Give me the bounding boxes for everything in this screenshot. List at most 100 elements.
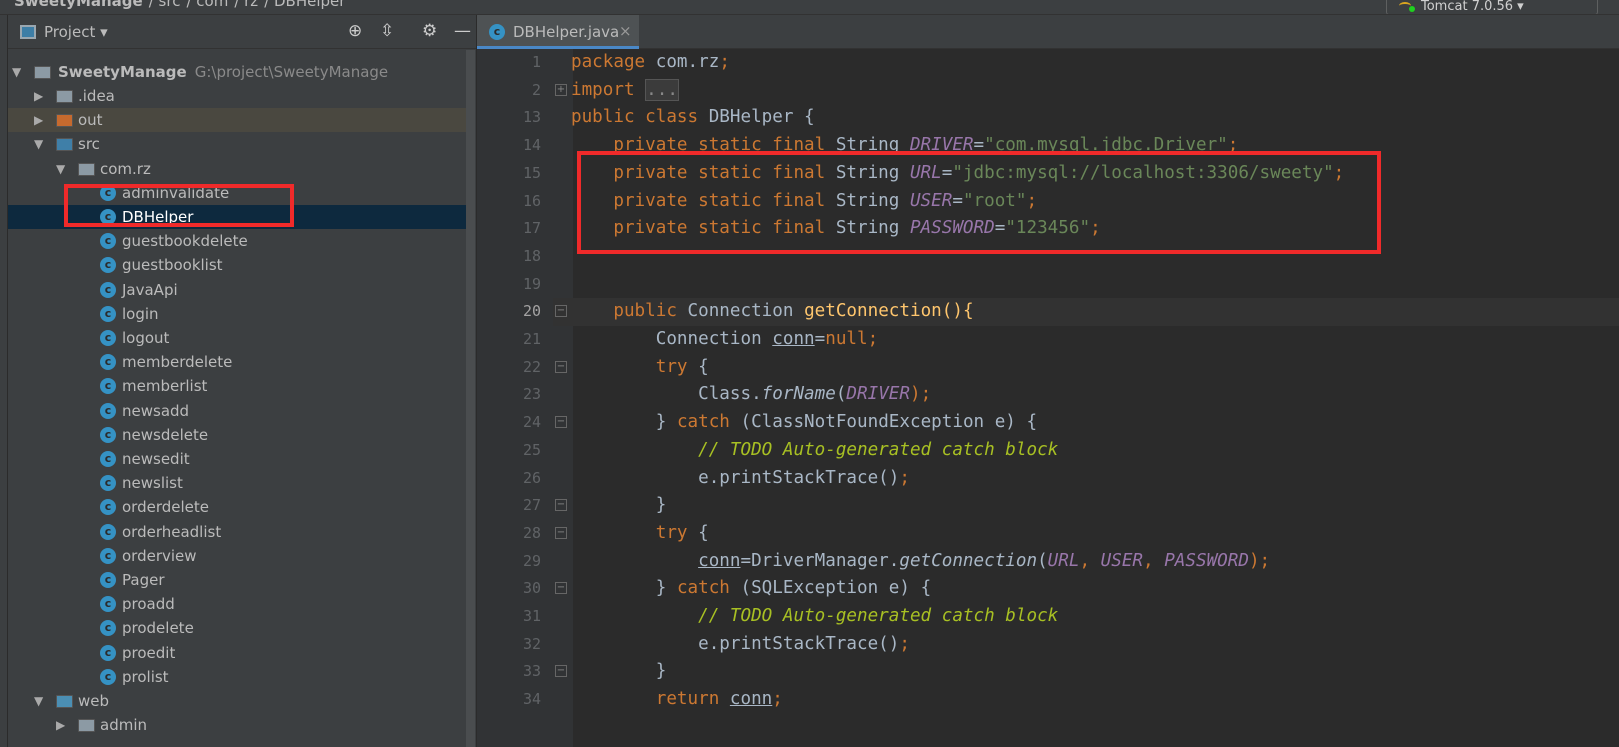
code-line[interactable]: e.printStackTrace(); bbox=[571, 630, 910, 658]
code-token: DBHelper { bbox=[708, 107, 815, 128]
tree-item[interactable]: c guestbooklist bbox=[8, 253, 468, 277]
tree-item[interactable]: c prolist bbox=[8, 665, 468, 689]
tree-item[interactable]: ▼ src bbox=[8, 132, 468, 156]
breadcrumb-item[interactable]: / com bbox=[186, 0, 228, 10]
chevron-down-icon[interactable]: ▼ bbox=[34, 132, 43, 156]
code-token: com.rz bbox=[655, 52, 720, 72]
class-icon: c bbox=[100, 233, 116, 250]
collapse-fold-icon[interactable]: − bbox=[555, 499, 567, 512]
code-line[interactable]: try { bbox=[571, 353, 709, 381]
line-number: 17 bbox=[522, 219, 541, 238]
folder-icon bbox=[56, 90, 73, 103]
tree-item-label: .idea bbox=[78, 87, 115, 105]
chevron-down-icon[interactable]: ▼ bbox=[12, 60, 21, 84]
chevron-down-icon[interactable]: ▼ bbox=[56, 157, 65, 181]
code-line[interactable]: e.printStackTrace(); bbox=[571, 464, 910, 492]
code-token: conn bbox=[772, 329, 815, 349]
collapse-fold-icon[interactable]: − bbox=[555, 305, 567, 318]
scrollbar[interactable] bbox=[466, 50, 475, 747]
collapse-all-icon[interactable]: ⇳ bbox=[380, 21, 394, 41]
class-icon: c bbox=[100, 330, 116, 346]
code-line[interactable]: import ... bbox=[571, 76, 679, 104]
line-number: 33 bbox=[522, 662, 541, 681]
tree-item[interactable]: c orderdelete bbox=[8, 495, 468, 519]
breadcrumb-item[interactable]: / DBHelper bbox=[264, 0, 345, 10]
code-line[interactable]: } catch (SQLException e) { bbox=[571, 574, 931, 602]
tree-item-label: guestbookdelete bbox=[122, 232, 248, 251]
tree-item[interactable]: c prodelete bbox=[8, 616, 468, 640]
code-line[interactable]: conn=DriverManager.getConnection(URL, US… bbox=[571, 547, 1270, 575]
class-icon: c bbox=[100, 523, 116, 540]
code-line[interactable]: try { bbox=[571, 519, 709, 547]
code-token: TODO Auto-generated catch block bbox=[729, 439, 1059, 460]
tree-item-label: web bbox=[78, 692, 110, 710]
code-token: ); bbox=[909, 384, 932, 405]
tree-item[interactable]: c proadd bbox=[8, 592, 468, 616]
project-view-select[interactable]: Project ▾ bbox=[44, 23, 108, 41]
breadcrumb-item[interactable]: SweetyManage bbox=[14, 0, 143, 10]
code-token: ); bbox=[1248, 550, 1271, 571]
gear-icon[interactable]: ⚙ bbox=[422, 21, 437, 41]
run-configuration-label: Tomcat 7.0.56 bbox=[1421, 0, 1514, 14]
tree-item[interactable]: c orderview bbox=[8, 544, 468, 568]
code-token: { bbox=[698, 356, 709, 377]
collapse-fold-icon[interactable]: − bbox=[555, 526, 567, 539]
tree-item[interactable]: c newsadd bbox=[8, 399, 468, 423]
tree-item-label: orderview bbox=[122, 546, 197, 565]
code-token: , bbox=[1143, 550, 1165, 571]
tree-item[interactable]: ▶ .idea bbox=[8, 84, 468, 108]
tree-item[interactable]: c guestbookdelete bbox=[8, 229, 468, 253]
code-token: (SQLException e) { bbox=[740, 578, 932, 599]
close-icon[interactable]: × bbox=[619, 22, 632, 40]
tree-item-root[interactable]: ▼ SweetyManage G:\project\SweetyManage bbox=[8, 60, 468, 84]
run-configuration-select[interactable]: Tomcat 7.0.56 ▾ bbox=[1386, 0, 1598, 14]
code-line[interactable]: // TODO Auto-generated catch block bbox=[571, 436, 1058, 464]
code-line[interactable]: } catch (ClassNotFoundException e) { bbox=[571, 408, 1037, 436]
tree-item[interactable]: c proedit bbox=[8, 641, 468, 665]
line-number: 20 bbox=[522, 302, 541, 321]
tree-item[interactable]: c memberdelete bbox=[8, 350, 468, 374]
tree-item[interactable]: ▶ out bbox=[8, 108, 468, 133]
code-line[interactable]: return conn; bbox=[571, 685, 783, 713]
breadcrumb-item[interactable]: / rz bbox=[234, 0, 258, 10]
expand-fold-icon[interactable]: + bbox=[555, 83, 567, 96]
chevron-right-icon[interactable]: ▶ bbox=[34, 108, 43, 132]
code-line[interactable]: // TODO Auto-generated catch block bbox=[571, 602, 1058, 630]
tab-dbhelper-java[interactable]: c DBHelper.java × bbox=[477, 15, 639, 49]
tree-item[interactable]: c logout bbox=[8, 326, 468, 350]
code-line[interactable]: Connection conn=null; bbox=[571, 325, 878, 353]
minimize-icon[interactable]: — bbox=[454, 21, 471, 41]
collapse-fold-icon[interactable]: − bbox=[555, 582, 567, 595]
collapse-fold-icon[interactable]: − bbox=[555, 416, 567, 429]
tree-item[interactable]: c newslist bbox=[8, 471, 468, 495]
code-line[interactable]: } bbox=[571, 657, 667, 685]
tree-item[interactable]: ▼ web bbox=[8, 689, 468, 713]
tree-item[interactable]: ▶ admin bbox=[8, 713, 468, 737]
code-line[interactable]: Class.forName(DRIVER); bbox=[571, 380, 931, 408]
tree-item[interactable]: c newsedit bbox=[8, 447, 468, 471]
collapse-fold-icon[interactable]: − bbox=[555, 360, 567, 373]
tree-item[interactable]: c Pager bbox=[8, 568, 468, 592]
class-icon: c bbox=[100, 620, 116, 637]
tree-item[interactable]: c newsdelete bbox=[8, 423, 468, 447]
code-line[interactable]: public class DBHelper { bbox=[571, 103, 815, 131]
line-number: 28 bbox=[522, 523, 541, 542]
code-line[interactable]: } bbox=[571, 491, 667, 519]
code-line[interactable]: public Connection getConnection(){ bbox=[571, 297, 973, 325]
line-number: 31 bbox=[522, 607, 541, 625]
code-token: Class. bbox=[571, 384, 762, 405]
tree-item[interactable]: c memberlist bbox=[8, 374, 468, 398]
tree-item[interactable]: c login bbox=[8, 302, 468, 326]
tree-item[interactable]: ▼ com.rz bbox=[8, 157, 468, 181]
locate-icon[interactable]: ⊕ bbox=[348, 21, 362, 41]
collapse-fold-icon[interactable]: − bbox=[555, 665, 567, 678]
chevron-down-icon[interactable]: ▼ bbox=[34, 689, 43, 713]
code-line[interactable]: package com.rz; bbox=[571, 48, 730, 76]
code-token: Connection bbox=[571, 329, 773, 349]
chevron-right-icon[interactable]: ▶ bbox=[34, 84, 43, 108]
chevron-right-icon[interactable]: ▶ bbox=[56, 713, 65, 737]
tree-item-label: orderheadlist bbox=[122, 522, 222, 541]
tree-item[interactable]: c JavaApi bbox=[8, 278, 468, 302]
breadcrumb-item[interactable]: / src bbox=[149, 0, 181, 10]
tree-item[interactable]: c orderheadlist bbox=[8, 520, 468, 544]
